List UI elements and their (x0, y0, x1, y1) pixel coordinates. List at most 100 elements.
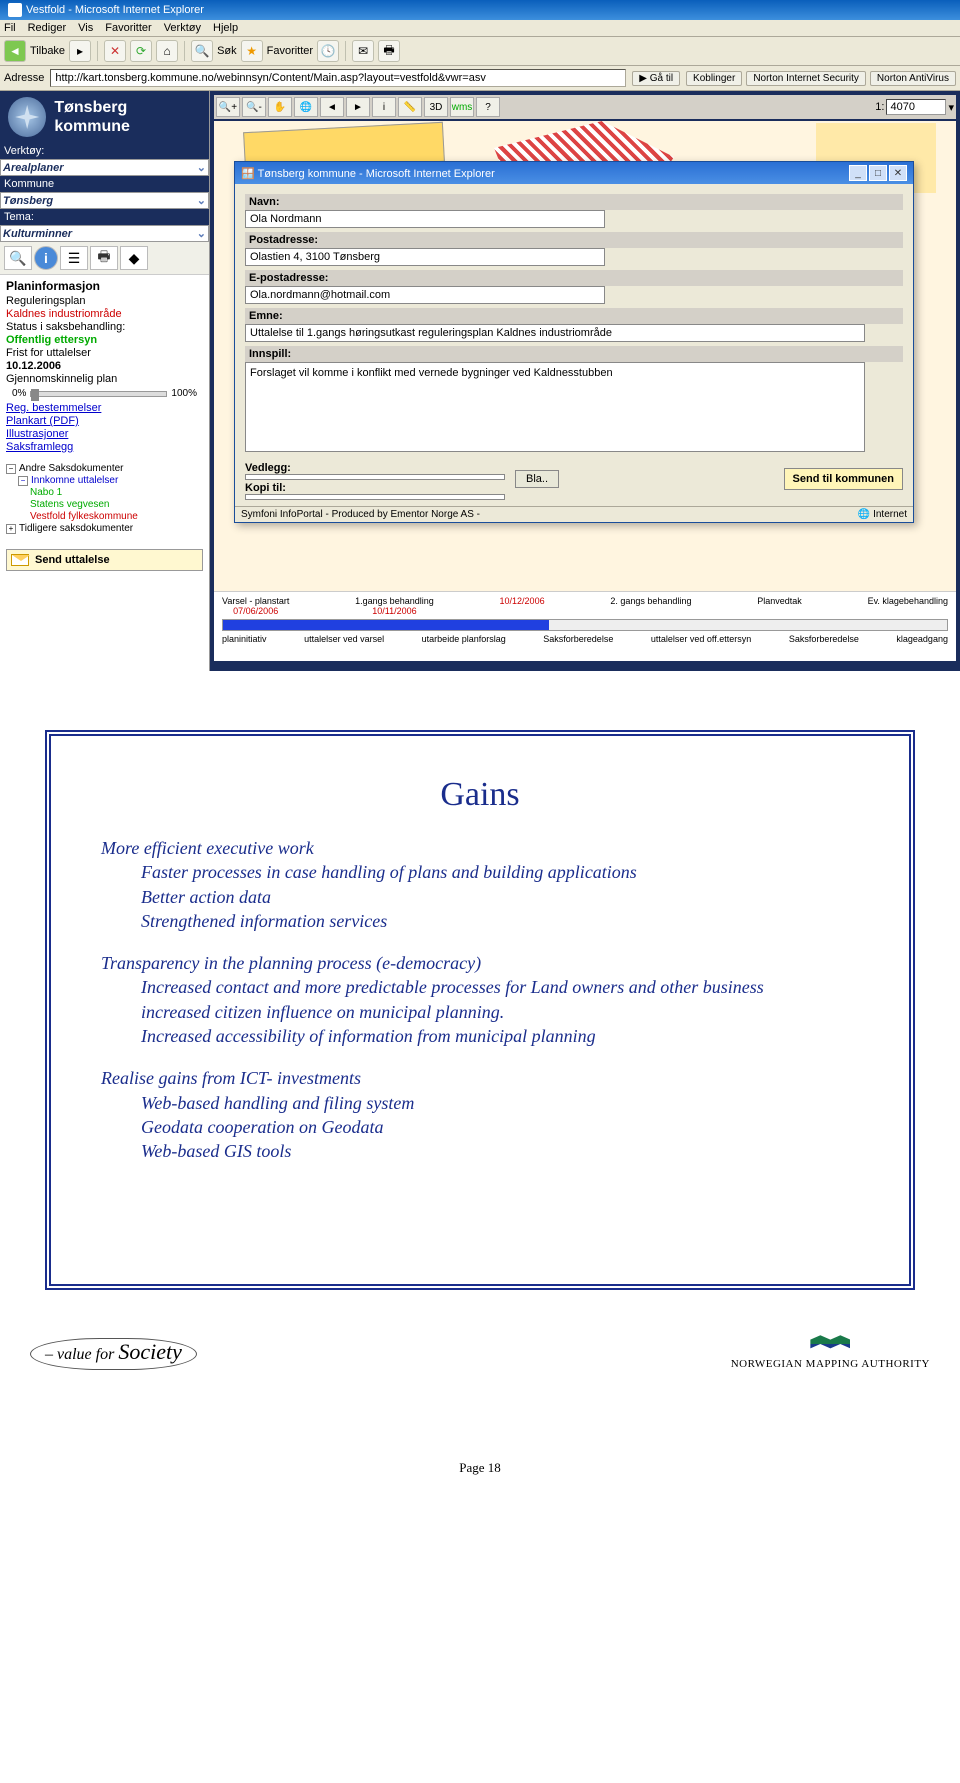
printer-icon[interactable]: 🖶 (90, 246, 118, 270)
ie-titlebar: Vestfold - Microsoft Internet Explorer (0, 0, 960, 20)
magnify-icon[interactable]: 🔍 (4, 246, 32, 270)
next-icon[interactable]: ► (346, 97, 370, 117)
emne-label: Emne: (245, 308, 903, 324)
verktoy-select[interactable]: Arealplaner⌄ (0, 159, 209, 176)
measure-icon[interactable]: 📏 (398, 97, 422, 117)
globe-icon[interactable]: 🌐 (294, 97, 318, 117)
scale-control: 1: 4070 ▾ (875, 99, 954, 115)
zoom-out-icon[interactable]: 🔍- (242, 97, 266, 117)
chevron-down-icon: ⌄ (197, 227, 206, 240)
home-button[interactable]: ⌂ (156, 40, 178, 62)
transparency-label: Gjennomskinnelig plan (6, 373, 203, 385)
menu-hjelp[interactable]: Hjelp (213, 22, 238, 34)
postadresse-input[interactable]: Olastien 4, 3100 Tønsberg (245, 248, 605, 266)
tl-klage: Ev. klagebehandling (868, 596, 948, 616)
verktoy-label: Verktøy: (0, 143, 209, 159)
app-content: Tønsberg kommune Verktøy: Arealplaner⌄ K… (0, 91, 960, 671)
plan-type: Reguleringsplan (6, 295, 203, 307)
forward-button[interactable]: ▸ (69, 40, 91, 62)
search-button[interactable]: 🔍 (191, 40, 213, 62)
popup-titlebar[interactable]: 🪟 Tønsberg kommune - Microsoft Internet … (235, 162, 913, 184)
prev-icon[interactable]: ◄ (320, 97, 344, 117)
mail-button[interactable]: ✉ (352, 40, 374, 62)
tema-select[interactable]: Kulturminner⌄ (0, 225, 209, 242)
links-button[interactable]: Koblinger (686, 71, 742, 86)
kopi-input[interactable] (245, 494, 505, 500)
navn-input[interactable]: Ola Nordmann (245, 210, 605, 228)
browse-button[interactable]: Bla.. (515, 470, 559, 488)
postadresse-label: Postadresse: (245, 232, 903, 248)
gains-p2a: Increased contact and more predictable p… (141, 977, 764, 997)
close-button[interactable]: ✕ (889, 165, 907, 181)
tree-leaf-statens[interactable]: Statens vegvesen (30, 499, 203, 510)
kopi-label: Kopi til: (245, 482, 505, 494)
ie-menubar[interactable]: Fil Rediger Vis Favoritter Verktøy Hjelp (0, 20, 960, 37)
pan-icon[interactable]: ✋ (268, 97, 292, 117)
refresh-button[interactable]: ⟳ (130, 40, 152, 62)
stop-button[interactable]: ✕ (104, 40, 126, 62)
fav-label: Favoritter (267, 45, 313, 57)
gains-p3b: Geodata cooperation on Geodata (141, 1117, 383, 1137)
scale-dropdown-icon[interactable]: ▾ (948, 101, 954, 114)
address-label: Adresse (4, 72, 44, 84)
print-button[interactable]: 🖶 (378, 40, 400, 62)
zoom-in-icon[interactable]: 🔍+ (216, 97, 240, 117)
tl-varsel: Varsel - planstart07/06/2006 (222, 596, 289, 616)
kommune-name: Tønsberg kommune (54, 98, 201, 136)
menu-rediger[interactable]: Rediger (28, 22, 67, 34)
history-button[interactable]: 🕓 (317, 40, 339, 62)
tree-leaf-nabo[interactable]: Nabo 1 (30, 487, 203, 498)
minus-icon: − (18, 476, 28, 486)
link-plankart[interactable]: Plankart (PDF) (6, 415, 203, 427)
go-button[interactable]: ▶ Gå til (632, 71, 680, 86)
send-to-kommune-button[interactable]: Send til kommunen (784, 468, 903, 490)
maximize-button[interactable]: □ (869, 165, 887, 181)
transparency-slider[interactable] (30, 391, 167, 397)
favorites-button[interactable]: ★ (241, 40, 263, 62)
kommune-logo-icon (8, 97, 46, 137)
link-saksframlegg[interactable]: Saksframlegg (6, 441, 203, 453)
list-icon[interactable]: ☰ (60, 246, 88, 270)
tema-label: Tema: (0, 209, 209, 225)
menu-vis[interactable]: Vis (78, 22, 93, 34)
norton-security-button[interactable]: Norton Internet Security (746, 71, 866, 86)
map-toolbar: 🔍+ 🔍- ✋ 🌐 ◄ ► i 📏 3D wms ? 1: 4070 ▾ (214, 95, 956, 119)
epost-input[interactable]: Ola.nordmann@hotmail.com (245, 286, 605, 304)
minimize-button[interactable]: _ (849, 165, 867, 181)
ie-logo-icon (8, 3, 22, 17)
link-illustrasjoner[interactable]: Illustrasjoner (6, 428, 203, 440)
tree-leaf-vestfold[interactable]: Vestfold fylkeskommune (30, 511, 203, 522)
transparency-slider-row: 0% 100% (6, 386, 203, 401)
link-reg-bestemmelser[interactable]: Reg. bestemmelser (6, 402, 203, 414)
menu-fil[interactable]: Fil (4, 22, 16, 34)
info-tool-icon[interactable]: i (372, 97, 396, 117)
cube-icon[interactable]: ◆ (120, 246, 148, 270)
address-input[interactable]: http://kart.tonsberg.kommune.no/webinnsy… (50, 69, 626, 87)
send-uttalelse-button[interactable]: Send uttalelse (6, 549, 203, 571)
emne-input[interactable]: Uttalelse til 1.gangs høringsutkast regu… (245, 324, 865, 342)
wms-icon[interactable]: wms (450, 97, 474, 117)
menu-verktoy[interactable]: Verktøy (164, 22, 201, 34)
slide-title: Gains (101, 776, 859, 814)
3d-icon[interactable]: 3D (424, 97, 448, 117)
innspill-textarea[interactable]: Forslaget vil komme i konflikt med verne… (245, 362, 865, 452)
info-icon[interactable]: i (34, 246, 58, 270)
gains-p3a: Web-based handling and filing system (141, 1093, 414, 1113)
tl-b1: planinitiativ (222, 634, 267, 644)
tl-1gang: 1.gangs behandling10/11/2006 (355, 596, 434, 616)
help-icon[interactable]: ? (476, 97, 500, 117)
tl-b4: Saksforberedelse (543, 634, 613, 644)
kommune-select[interactable]: Tønsberg⌄ (0, 192, 209, 209)
tree-node-innkomne[interactable]: −Innkomne uttalelser (18, 475, 203, 486)
tree-node-tidligere[interactable]: +Tidligere saksdokumenter (6, 523, 203, 534)
menu-favoritter[interactable]: Favoritter (105, 22, 151, 34)
plus-icon: + (6, 524, 16, 534)
scale-input[interactable]: 4070 (886, 99, 946, 115)
tree-node-andre[interactable]: −Andre Saksdokumenter (6, 463, 203, 474)
norton-antivirus-button[interactable]: Norton AntiVirus (870, 71, 956, 86)
tl-b3: utarbeide planforslag (422, 634, 506, 644)
document-tree: −Andre Saksdokumenter −Innkomne uttalels… (0, 458, 209, 539)
back-button[interactable]: ◄ (4, 40, 26, 62)
vedlegg-input[interactable] (245, 474, 505, 480)
map-canvas[interactable]: 🪟 Tønsberg kommune - Microsoft Internet … (214, 121, 956, 591)
